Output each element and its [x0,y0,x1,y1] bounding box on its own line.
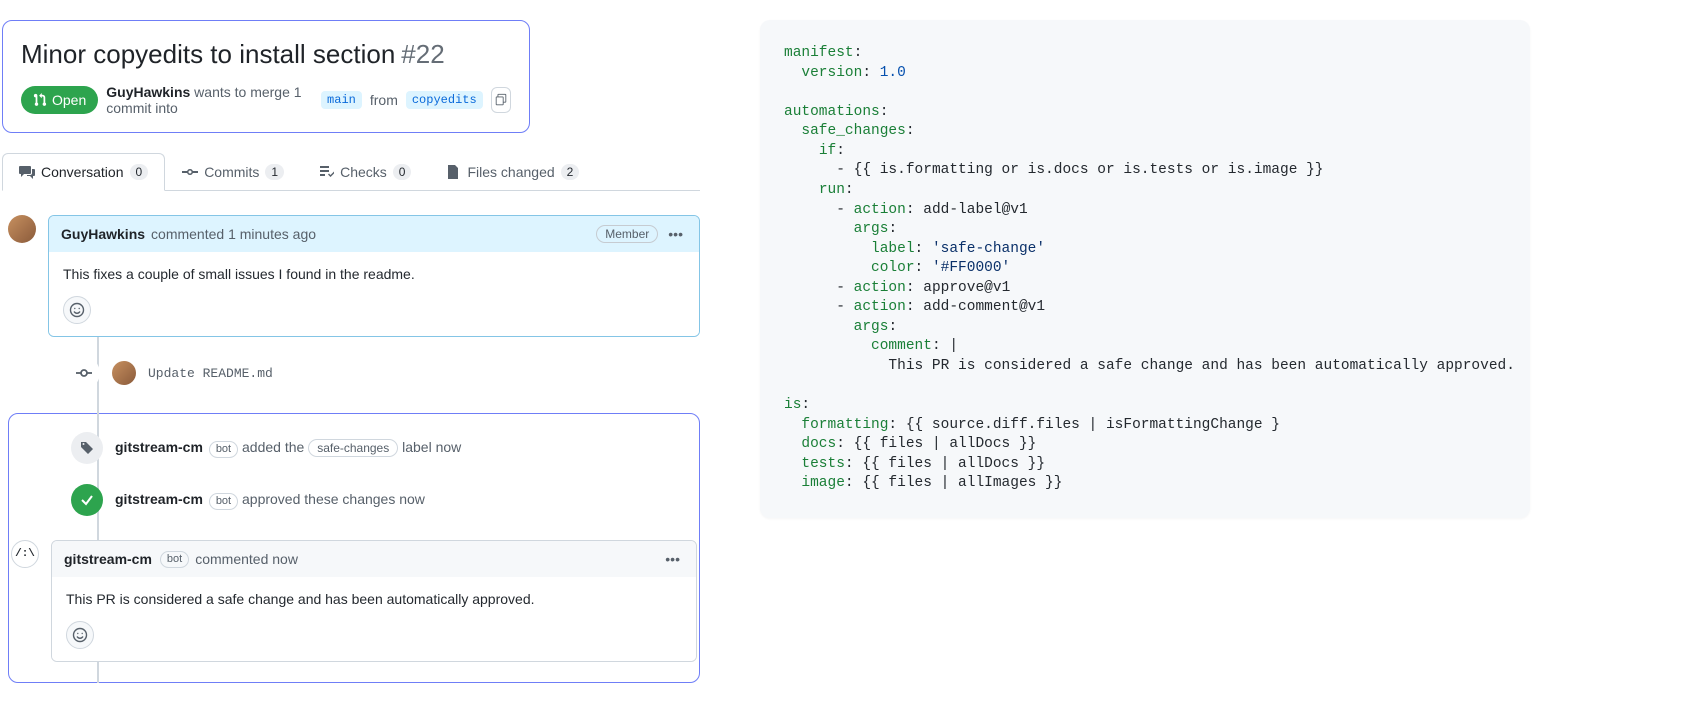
bot-chip: bot [160,551,189,568]
approve-badge [71,484,103,516]
comment-author-name[interactable]: gitstream-cm [64,551,152,567]
comment-menu-button[interactable]: ••• [664,224,687,244]
bot-chip: bot [209,493,238,510]
head-branch[interactable]: copyedits [406,91,483,109]
comment-text: This fixes a couple of small issues I fo… [63,266,685,282]
event-actor[interactable]: gitstream-cm [115,439,203,455]
copy-icon [494,93,508,107]
label-event: gitstream-cm bot added the safe-changes … [71,432,697,464]
tab-count: 1 [265,164,284,180]
check-icon [79,492,95,508]
base-branch[interactable]: main [321,91,362,109]
commit-event: Update README.md [68,357,700,389]
add-reaction-button[interactable] [66,621,94,649]
tab-label: Commits [204,164,259,180]
label-chip[interactable]: safe-changes [308,439,398,457]
comment-author-name[interactable]: GuyHawkins [61,226,145,242]
tag-icon [79,440,95,456]
tab-count: 2 [561,164,580,180]
comment-author: GuyHawkins commented 1 minutes ago Membe… [8,215,700,337]
add-reaction-button[interactable] [63,296,91,324]
smiley-icon [72,627,88,643]
avatar[interactable] [8,215,36,243]
comment-bot: /:\ gitstream-cm bot commented now ••• T… [11,540,697,662]
comment-discussion-icon [19,164,35,180]
pr-state-badge: Open [21,86,98,114]
comment-timestamp: commented 1 minutes ago [151,226,316,242]
tab-label: Files changed [467,164,554,180]
git-commit-icon [76,365,92,381]
tab-count: 0 [130,164,149,180]
tab-label: Conversation [41,164,124,180]
role-badge: Member [596,225,658,243]
pr-view: Minor copyedits to install section #22 O… [0,0,700,683]
pr-number: #22 [401,39,444,70]
git-commit-icon [182,164,198,180]
tag-badge [71,432,103,464]
avatar[interactable]: /:\ [11,540,39,568]
tab-commits[interactable]: Commits 1 [165,153,301,190]
comment-text: This PR is considered a safe change and … [66,591,682,607]
tab-files[interactable]: Files changed 2 [428,153,596,190]
bot-activity-frame: gitstream-cm bot added the safe-changes … [8,413,700,683]
tab-count: 0 [393,164,412,180]
yaml-code-panel: manifest: version: 1.0 automations: safe… [760,20,1530,518]
pr-merge-desc: GuyHawkins wants to merge 1 commit into [106,84,313,116]
timeline: GuyHawkins commented 1 minutes ago Membe… [8,215,700,683]
commit-message[interactable]: Update README.md [148,366,273,381]
avatar[interactable] [112,361,136,385]
yaml-code: manifest: version: 1.0 automations: safe… [784,44,1506,494]
file-diff-icon [445,164,461,180]
smiley-icon [69,302,85,318]
pr-author[interactable]: GuyHawkins [106,84,190,100]
event-actor[interactable]: gitstream-cm [115,491,203,507]
pr-header: Minor copyedits to install section #22 O… [2,20,530,133]
commit-badge [68,357,100,389]
approve-event: gitstream-cm bot approved these changes … [71,484,697,516]
pr-state-text: Open [52,92,86,108]
tab-label: Checks [340,164,387,180]
tab-conversation[interactable]: Conversation 0 [2,153,165,191]
pr-tabs: Conversation 0 Commits 1 Checks 0 Files … [2,153,700,191]
comment-menu-button[interactable]: ••• [661,549,684,569]
copy-branch-button[interactable] [491,87,511,113]
git-pull-request-icon [33,93,47,107]
bot-chip: bot [209,441,238,458]
code-panel-container: manifest: version: 1.0 automations: safe… [760,0,1530,683]
checklist-icon [318,164,334,180]
pr-title: Minor copyedits to install section [21,39,395,70]
tab-checks[interactable]: Checks 0 [301,153,428,190]
comment-timestamp: commented now [195,551,298,567]
